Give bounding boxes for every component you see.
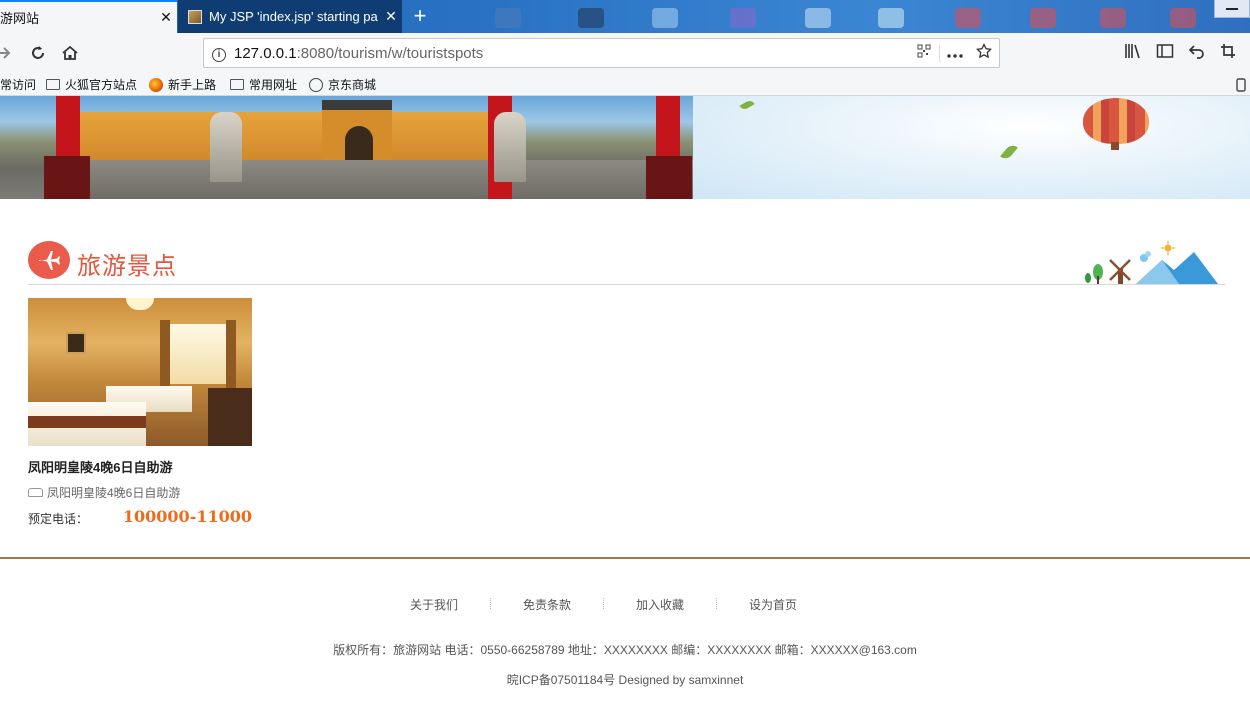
tab-favicon-icon bbox=[188, 9, 202, 24]
wall-picture bbox=[66, 332, 86, 354]
bookmark-firefox-official[interactable]: 火狐官方站点 bbox=[46, 76, 137, 93]
section-header: 旅游景点 bbox=[28, 238, 1226, 285]
folder-icon bbox=[230, 79, 244, 90]
footer-link-separator bbox=[603, 598, 604, 609]
booking-phone-value: 100000-11000 bbox=[122, 507, 252, 526]
folder-icon bbox=[46, 79, 60, 90]
home-button[interactable] bbox=[58, 41, 82, 65]
footer-links: 关于我们 免责条款 加入收藏 设为首页 bbox=[0, 596, 1250, 612]
close-tab-icon[interactable]: ✕ bbox=[380, 8, 402, 25]
url-path: :8080/tourism/w/touristspots bbox=[296, 44, 484, 62]
footer-icp-license: 晥ICP备07501184号 Designed by samxinnet bbox=[506, 673, 744, 687]
room-curtain bbox=[226, 320, 236, 390]
pillar-base bbox=[646, 156, 692, 199]
page-actions-icon[interactable] bbox=[939, 44, 969, 62]
minimize-icon bbox=[1226, 8, 1238, 10]
minimize-window-button[interactable] bbox=[1214, 0, 1250, 18]
bookmark-label: 常用网址 bbox=[249, 78, 298, 92]
sidebar-icon[interactable] bbox=[1155, 43, 1175, 63]
spot-description-text: 凤阳明皇陵4晚6日自助游 bbox=[47, 486, 181, 500]
sky-clouds bbox=[693, 96, 1250, 199]
forward-button[interactable] bbox=[0, 41, 16, 65]
bookmarks-toolbar: 常访问 火狐官方站点 新手上路 常用网址 京东商城 bbox=[0, 73, 1250, 96]
room-curtain bbox=[160, 320, 170, 390]
car-icon bbox=[28, 488, 43, 497]
firefox-icon bbox=[149, 77, 163, 92]
tab-bar-decoration bbox=[1030, 8, 1056, 28]
header-banner-image bbox=[0, 96, 1250, 199]
url-host: 127.0.0.1 bbox=[234, 44, 297, 62]
temple-door bbox=[345, 126, 373, 162]
bookmark-common-sites[interactable]: 常用网址 bbox=[230, 76, 297, 93]
bookmark-label: 京东商城 bbox=[328, 78, 377, 92]
library-icon[interactable] bbox=[1123, 43, 1143, 63]
tab-bar-decoration bbox=[1170, 8, 1196, 28]
room-desk bbox=[208, 388, 252, 446]
landscape-decoration-icon bbox=[1085, 241, 1218, 284]
tourist-spot-card[interactable]: 凤阳明皇陵4晚6日自助游 凤阳明皇陵4晚6日自助游 预定电话： 100000-1… bbox=[28, 298, 252, 527]
footer-divider bbox=[0, 557, 1250, 559]
tab-bar-decoration bbox=[495, 8, 521, 28]
bookmark-getting-started[interactable]: 新手上路 bbox=[149, 76, 216, 93]
footer-link-separator bbox=[490, 598, 491, 609]
airplane-icon bbox=[28, 241, 70, 279]
tab-bar-decoration bbox=[578, 8, 604, 28]
tab-bar-decoration bbox=[730, 8, 756, 28]
reload-button[interactable] bbox=[26, 41, 50, 65]
screenshot-crop-icon[interactable] bbox=[1219, 43, 1239, 63]
spot-name[interactable]: 凤阳明皇陵4晚6日自助游 bbox=[28, 457, 252, 476]
balloon-basket bbox=[1111, 142, 1119, 150]
tab-index-jsp[interactable]: My JSP 'index.jsp' starting pa ✕ bbox=[178, 0, 402, 33]
tab-bar-decoration bbox=[805, 8, 831, 28]
footer-link-separator bbox=[716, 598, 717, 609]
home-icon bbox=[62, 45, 78, 60]
plaza-ground bbox=[80, 160, 693, 199]
temple-wall bbox=[80, 112, 510, 162]
tab-title: My JSP 'index.jsp' starting pa bbox=[209, 9, 378, 24]
mobile-bookmarks-icon[interactable] bbox=[1236, 76, 1246, 93]
tab-tourism-site[interactable]: 游网站 ✕ bbox=[0, 0, 177, 33]
footer-copyright: 版权所有：旅游网站 电话：0550-66258789 地址：XXXXXXXX 邮… bbox=[333, 643, 917, 657]
stone-lion bbox=[494, 112, 526, 182]
tab-bar-decoration bbox=[652, 8, 678, 28]
footer-link-add-favorite[interactable]: 加入收藏 bbox=[636, 596, 684, 613]
pillar-base bbox=[44, 156, 90, 199]
bookmark-most-visited[interactable]: 常访问 bbox=[0, 76, 36, 93]
tab-bar-decoration bbox=[1100, 8, 1126, 28]
address-url[interactable]: 127.0.0.1:8080/tourism/w/touristspots bbox=[234, 45, 909, 62]
room-window bbox=[168, 324, 228, 384]
site-info-icon[interactable]: i bbox=[204, 45, 234, 62]
hot-air-balloon-icon bbox=[1083, 98, 1149, 144]
close-tab-icon[interactable]: ✕ bbox=[155, 9, 177, 26]
ceiling-lamp bbox=[126, 298, 154, 310]
new-tab-button[interactable]: + bbox=[408, 3, 432, 29]
tab-bar-decoration bbox=[878, 8, 904, 28]
bookmark-label: 常访问 bbox=[0, 78, 37, 92]
bed-runner bbox=[28, 416, 146, 428]
qr-code-icon[interactable] bbox=[909, 44, 939, 62]
bookmark-label: 火狐官方站点 bbox=[65, 78, 138, 92]
forward-arrow-icon bbox=[0, 47, 11, 59]
undo-icon[interactable] bbox=[1187, 43, 1207, 63]
globe-icon bbox=[309, 77, 323, 92]
tab-title: 游网站 bbox=[0, 11, 40, 26]
reload-icon bbox=[32, 46, 44, 59]
bookmark-jd-mall[interactable]: 京东商城 bbox=[309, 76, 376, 93]
bookmark-star-icon[interactable] bbox=[969, 42, 999, 63]
stone-lion bbox=[210, 112, 242, 182]
tab-bar-decoration bbox=[955, 8, 981, 28]
section-title: 旅游景点 bbox=[77, 252, 177, 280]
spot-description: 凤阳明皇陵4晚6日自助游 bbox=[28, 484, 252, 501]
footer-link-set-homepage[interactable]: 设为首页 bbox=[749, 596, 797, 613]
address-bar[interactable]: i 127.0.0.1:8080/tourism/w/touristspots bbox=[203, 38, 1000, 68]
bookmark-label: 新手上路 bbox=[168, 78, 217, 92]
footer-link-about-us[interactable]: 关于我们 bbox=[410, 596, 458, 613]
navigation-toolbar: i 127.0.0.1:8080/tourism/w/touristspots bbox=[0, 33, 1250, 73]
footer-link-disclaimer[interactable]: 免责条款 bbox=[523, 596, 571, 613]
browser-tab-bar: 游网站 ✕ My JSP 'index.jsp' starting pa ✕ + bbox=[0, 0, 1250, 33]
booking-phone-row: 预定电话： 100000-11000 bbox=[28, 507, 252, 527]
booking-phone-label: 预定电话： bbox=[28, 512, 89, 526]
spot-thumbnail-image[interactable] bbox=[28, 298, 252, 446]
